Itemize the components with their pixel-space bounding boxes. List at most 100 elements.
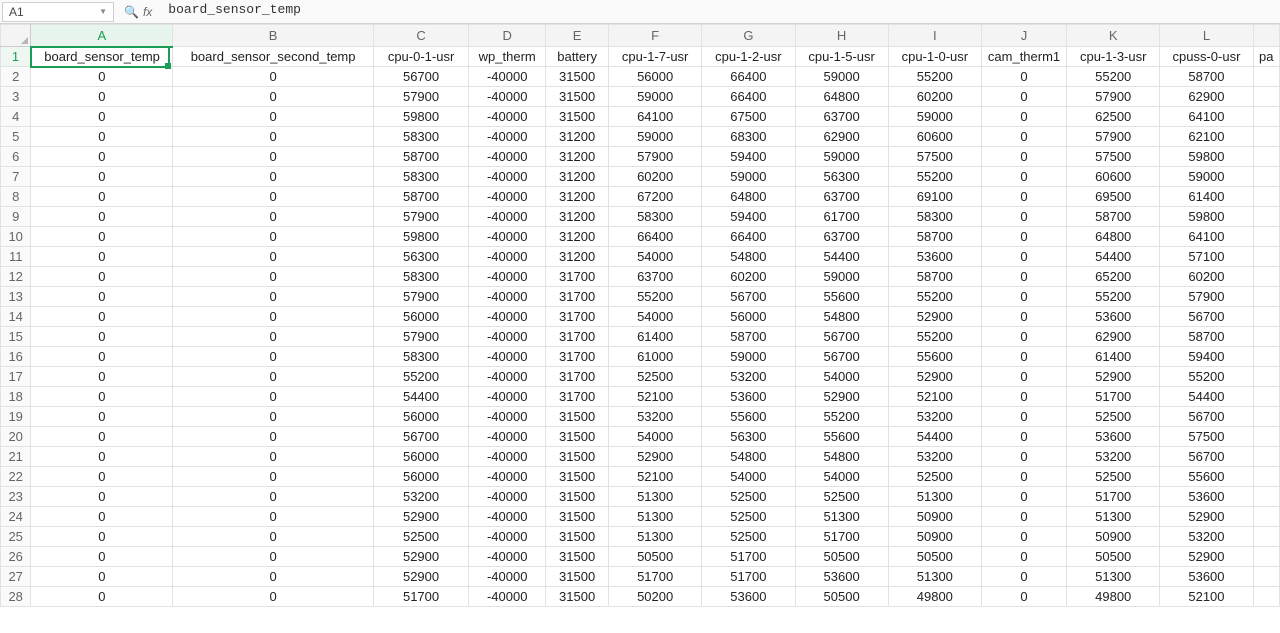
spreadsheet-grid[interactable]: A B C D E F G H I J K L 1board_sensor_te… [0,24,1280,633]
cell[interactable]: 52900 [373,507,468,527]
col-header-B[interactable]: B [173,25,374,47]
cell[interactable]: 0 [173,507,374,527]
cell[interactable]: 51700 [795,527,888,547]
cell[interactable]: 31700 [546,267,609,287]
cell[interactable]: 61700 [795,207,888,227]
cell[interactable]: 51300 [1067,507,1160,527]
cell[interactable]: 0 [31,207,173,227]
cell[interactable]: 53200 [888,447,981,467]
cell[interactable]: 0 [173,527,374,547]
cell[interactable]: 58300 [888,207,981,227]
cell[interactable]: 31200 [546,187,609,207]
cell[interactable]: 0 [981,287,1066,307]
cell[interactable]: -40000 [469,307,546,327]
col-header-I[interactable]: I [888,25,981,47]
cell[interactable]: 64100 [1160,107,1253,127]
cell[interactable]: 60200 [609,167,702,187]
cell[interactable]: 62900 [795,127,888,147]
cell[interactable]: -40000 [469,407,546,427]
cell[interactable]: battery [546,47,609,67]
cell[interactable]: 54000 [795,467,888,487]
cell[interactable]: 31700 [546,287,609,307]
row-header[interactable]: 27 [1,567,31,587]
cell[interactable]: -40000 [469,347,546,367]
cell[interactable]: 31200 [546,127,609,147]
cell[interactable]: 52900 [795,387,888,407]
cell[interactable]: 31500 [546,567,609,587]
col-header-A[interactable]: A [31,25,173,47]
cell[interactable]: -40000 [469,447,546,467]
cell[interactable]: 31500 [546,467,609,487]
cell[interactable]: 0 [981,207,1066,227]
cell[interactable]: 0 [173,487,374,507]
cell[interactable] [1253,227,1279,247]
row-header[interactable]: 25 [1,527,31,547]
cell[interactable]: 31200 [546,167,609,187]
row-header[interactable]: 18 [1,387,31,407]
col-header-J[interactable]: J [981,25,1066,47]
cell[interactable]: 63700 [609,267,702,287]
cell[interactable]: 54800 [795,307,888,327]
cell[interactable]: 0 [173,107,374,127]
cell[interactable]: 50900 [1067,527,1160,547]
cell[interactable]: 58300 [373,167,468,187]
cell[interactable]: 0 [981,107,1066,127]
cell[interactable]: 56700 [795,327,888,347]
cell[interactable] [1253,207,1279,227]
cell[interactable]: 0 [173,247,374,267]
cell[interactable]: wp_therm [469,47,546,67]
cell[interactable]: 58700 [888,227,981,247]
cell[interactable]: 54000 [702,467,795,487]
cell[interactable]: 58300 [373,267,468,287]
cell[interactable]: 0 [981,547,1066,567]
cell[interactable]: 63700 [795,227,888,247]
cell[interactable]: -40000 [469,487,546,507]
cell[interactable]: 52500 [702,507,795,527]
cell[interactable]: 60600 [888,127,981,147]
cell[interactable]: 61400 [609,327,702,347]
cell[interactable]: 56700 [1160,447,1253,467]
cell[interactable]: 61000 [609,347,702,367]
cell[interactable]: 0 [981,427,1066,447]
cell[interactable]: -40000 [469,387,546,407]
cell[interactable]: 58700 [1160,67,1253,87]
cell[interactable]: board_sensor_second_temp [173,47,374,67]
row-header[interactable]: 26 [1,547,31,567]
cell[interactable] [1253,307,1279,327]
cell[interactable]: 54000 [609,247,702,267]
cell[interactable]: 66400 [702,87,795,107]
col-header-L[interactable]: L [1160,25,1253,47]
cell[interactable]: 67200 [609,187,702,207]
cell[interactable]: -40000 [469,547,546,567]
cell[interactable] [1253,467,1279,487]
cell[interactable]: 55600 [702,407,795,427]
cell[interactable]: 0 [31,67,173,87]
cell[interactable]: 58300 [373,127,468,147]
cell[interactable]: 31700 [546,327,609,347]
cell[interactable]: 58300 [609,207,702,227]
cell[interactable]: 0 [173,367,374,387]
cell[interactable]: cpu-1-0-usr [888,47,981,67]
cell[interactable]: 56300 [373,247,468,267]
cell[interactable]: 52900 [888,307,981,327]
cell[interactable]: 54000 [609,427,702,447]
cell[interactable]: -40000 [469,367,546,387]
cell[interactable]: 64100 [1160,227,1253,247]
cell[interactable]: cam_therm1 [981,47,1066,67]
cell[interactable]: 54400 [888,427,981,447]
cell[interactable]: 51700 [1067,487,1160,507]
cell[interactable]: 53600 [702,587,795,607]
cell[interactable]: 56300 [795,167,888,187]
formula-input[interactable]: board_sensor_temp [162,2,1278,22]
cell[interactable]: 31700 [546,387,609,407]
cell[interactable]: -40000 [469,327,546,347]
cell[interactable]: 31500 [546,527,609,547]
cell[interactable]: 55200 [1067,287,1160,307]
cell[interactable]: 62900 [1067,327,1160,347]
row-header[interactable]: 22 [1,467,31,487]
row-header[interactable]: 10 [1,227,31,247]
cell[interactable]: 64800 [702,187,795,207]
cell[interactable]: 31500 [546,87,609,107]
cell[interactable]: 0 [31,227,173,247]
cell[interactable]: 0 [981,307,1066,327]
